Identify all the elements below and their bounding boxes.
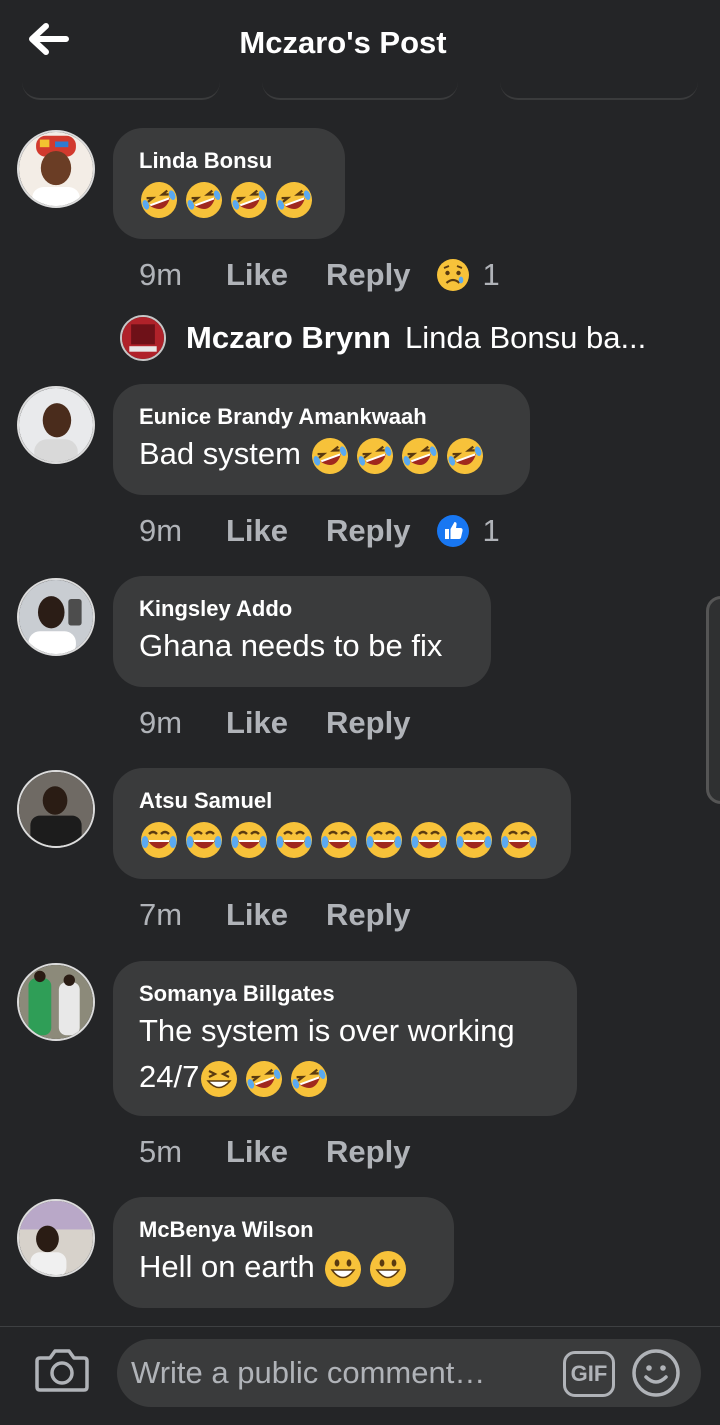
like-button[interactable]: Like — [226, 897, 288, 933]
rofl-emoji — [229, 180, 269, 220]
camera-button[interactable] — [34, 1346, 90, 1394]
avatar[interactable] — [17, 770, 95, 848]
comment-time: 9m — [139, 257, 183, 292]
comment-author[interactable]: McBenya Wilson — [139, 1217, 428, 1243]
scroll-handle[interactable] — [706, 596, 720, 804]
comment-text — [139, 176, 319, 220]
comment-text-body: Bad system — [139, 436, 301, 471]
comment-text-body: Hell on earth — [139, 1249, 315, 1284]
comment-text: Bad system — [139, 432, 504, 476]
comment-time: 5m — [139, 1134, 183, 1169]
reply-button[interactable]: Reply — [326, 705, 410, 741]
comment-author[interactable]: Kingsley Addo — [139, 596, 465, 622]
laughing-tears-emoji — [274, 820, 314, 860]
emoji-button[interactable] — [631, 1348, 681, 1398]
rofl-emoji — [310, 436, 350, 476]
reaction-count: 1 — [482, 513, 500, 548]
comment-input[interactable]: Write a public comment… GIF — [117, 1339, 701, 1407]
top-bar: Mczaro's Post — [0, 0, 720, 90]
laughing-tears-emoji — [229, 820, 269, 860]
camera-icon — [35, 1349, 89, 1392]
comment-time: 9m — [139, 705, 183, 740]
comment-actions: 9m Like Reply 1 — [139, 511, 500, 551]
comment-actions: 7m Like Reply — [139, 895, 448, 935]
like-button[interactable]: Like — [226, 513, 288, 549]
reaction-tabs-peek — [0, 82, 720, 102]
comment-text — [139, 816, 545, 860]
page-title: Mczaro's Post — [239, 25, 447, 60]
comment-actions: 9m Like Reply 1 — [139, 255, 500, 295]
reaction-count: 1 — [482, 257, 500, 292]
laughing-tears-emoji — [499, 820, 539, 860]
comment-bubble[interactable]: Kingsley Addo Ghana needs to be fix — [113, 576, 491, 687]
grinning-squint-emoji — [199, 1059, 239, 1099]
rofl-emoji — [400, 436, 440, 476]
comment-text-body: 24/7 — [139, 1059, 200, 1094]
grinning-emoji — [323, 1249, 363, 1289]
like-button[interactable]: Like — [226, 1134, 288, 1170]
reply-author[interactable]: Mczaro Brynn — [186, 320, 391, 356]
avatar[interactable] — [17, 963, 95, 1041]
comment-actions: 9m Like Reply — [139, 703, 448, 743]
reply-preview[interactable]: Mczaro Brynn Linda Bonsu ba... — [120, 314, 646, 362]
avatar[interactable] — [17, 1199, 95, 1277]
grinning-emoji — [368, 1249, 408, 1289]
laughing-tears-emoji — [319, 820, 359, 860]
comment-bubble[interactable]: Linda Bonsu — [113, 128, 345, 239]
comment-author[interactable]: Eunice Brandy Amankwaah — [139, 404, 504, 430]
laughing-tears-emoji — [364, 820, 404, 860]
comment-author[interactable]: Somanya Billgates — [139, 981, 551, 1007]
reply-button[interactable]: Reply — [326, 257, 410, 293]
reply-snippet: Linda Bonsu ba... — [404, 320, 647, 355]
rofl-emoji — [274, 180, 314, 220]
peek-tab — [262, 82, 458, 100]
comment-text: Hell on earth — [139, 1245, 428, 1289]
comment-author[interactable]: Atsu Samuel — [139, 788, 545, 814]
comment-bubble[interactable]: Atsu Samuel — [113, 768, 571, 879]
like-button[interactable]: Like — [226, 257, 288, 293]
rofl-emoji — [445, 436, 485, 476]
rofl-emoji — [184, 180, 224, 220]
avatar[interactable] — [17, 578, 95, 656]
laughing-tears-emoji — [184, 820, 224, 860]
rofl-emoji — [244, 1059, 284, 1099]
smiley-icon — [632, 1349, 680, 1397]
avatar[interactable] — [17, 386, 95, 464]
comment-placeholder: Write a public comment… — [131, 1355, 486, 1390]
rofl-emoji — [139, 180, 179, 220]
comment-bubble[interactable]: McBenya Wilson Hell on earth — [113, 1197, 454, 1308]
reply-button[interactable]: Reply — [326, 897, 410, 933]
comment-bubble[interactable]: Somanya Billgates The system is over wor… — [113, 961, 577, 1116]
like-reaction-icon[interactable] — [436, 514, 470, 548]
comment-time: 7m — [139, 897, 183, 932]
laughing-tears-emoji — [409, 820, 449, 860]
sad-reaction-icon[interactable] — [436, 258, 470, 292]
laughing-tears-emoji — [139, 820, 179, 860]
comment-text-line2: 24/7 — [139, 1055, 551, 1099]
comment-author[interactable]: Linda Bonsu — [139, 148, 319, 174]
comment-actions: 5m Like Reply — [139, 1132, 448, 1172]
laughing-tears-emoji — [454, 820, 494, 860]
peek-tab — [22, 82, 220, 100]
rofl-emoji — [355, 436, 395, 476]
reply-button[interactable]: Reply — [326, 1134, 410, 1170]
rofl-emoji — [289, 1059, 329, 1099]
comment-time: 9m — [139, 513, 183, 548]
like-button[interactable]: Like — [226, 705, 288, 741]
avatar[interactable] — [120, 315, 166, 361]
peek-tab — [500, 82, 698, 100]
gif-button[interactable]: GIF — [563, 1351, 615, 1397]
comment-composer: Write a public comment… GIF — [0, 1326, 720, 1425]
avatar[interactable] — [17, 130, 95, 208]
comment-text: The system is over working — [139, 1013, 515, 1048]
comment-text: Ghana needs to be fix — [139, 628, 443, 663]
reply-button[interactable]: Reply — [326, 513, 410, 549]
comment-bubble[interactable]: Eunice Brandy Amankwaah Bad system — [113, 384, 530, 495]
